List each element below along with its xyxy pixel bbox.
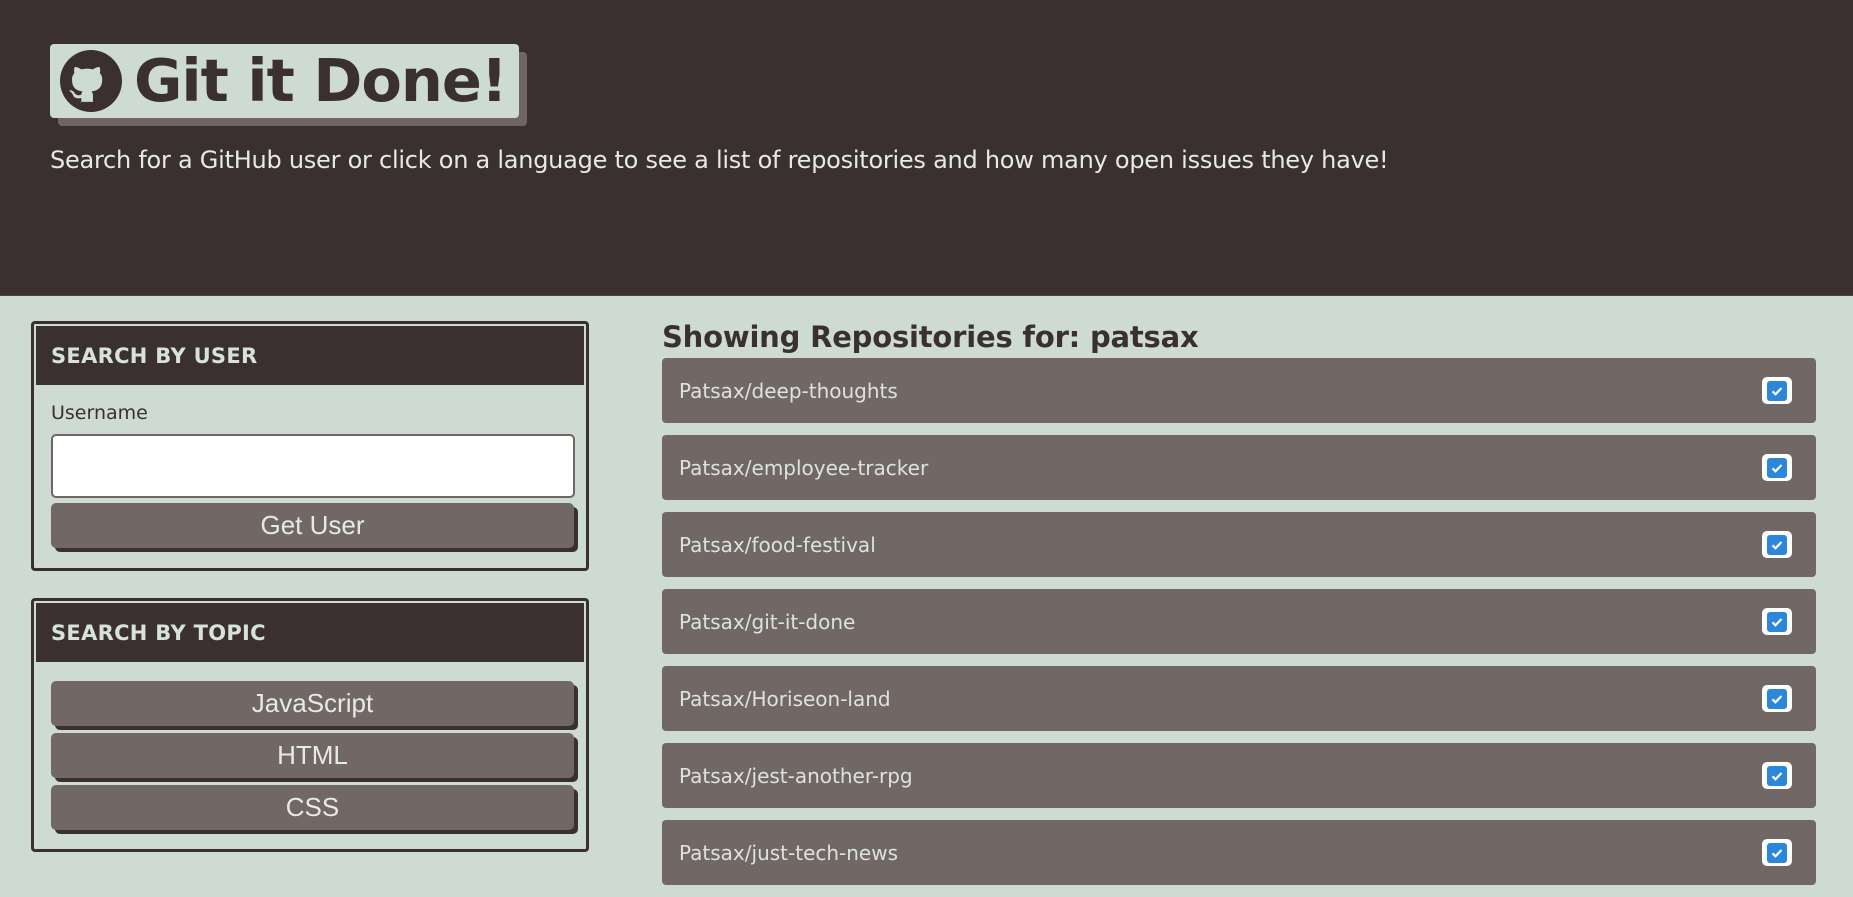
topic-button-css[interactable]: CSS — [51, 785, 574, 830]
repo-name: Patsax/git-it-done — [679, 609, 856, 634]
username-label: Username — [51, 402, 148, 424]
github-icon — [60, 50, 122, 112]
page-subtitle: Search for a GitHub user or click on a l… — [50, 146, 1389, 174]
site-title: Git it Done! — [134, 46, 508, 115]
checkmark-icon — [1762, 685, 1792, 712]
repo-name: Patsax/deep-thoughts — [679, 378, 898, 403]
repo-item[interactable]: Patsax/jest-another-rpg — [662, 743, 1816, 808]
topic-button-html[interactable]: HTML — [51, 733, 574, 778]
repo-item[interactable]: Patsax/deep-thoughts — [662, 358, 1816, 423]
checkmark-icon — [1762, 762, 1792, 789]
topic-button-list: JavaScript HTML CSS — [34, 681, 586, 830]
repo-item[interactable]: Patsax/food-festival — [662, 512, 1816, 577]
repo-name: Patsax/food-festival — [679, 532, 876, 557]
repo-item[interactable]: Patsax/employee-tracker — [662, 435, 1816, 500]
page-header: Git it Done! Search for a GitHub user or… — [0, 0, 1853, 296]
checkmark-icon — [1762, 608, 1792, 635]
topic-button-javascript[interactable]: JavaScript — [51, 681, 574, 726]
repo-name: Patsax/Horiseon-land — [679, 686, 891, 711]
user-search-card: SEARCH BY USER Username Get User — [31, 321, 589, 571]
username-input[interactable] — [51, 434, 575, 498]
repo-name: Patsax/just-tech-news — [679, 840, 899, 865]
repo-name: Patsax/employee-tracker — [679, 455, 929, 480]
repo-item[interactable]: Patsax/Horiseon-land — [662, 666, 1816, 731]
topic-search-card: SEARCH BY TOPIC JavaScript HTML CSS — [31, 598, 589, 852]
repo-list: Patsax/deep-thoughts Patsax/employee-tra… — [662, 358, 1816, 897]
checkmark-icon — [1762, 454, 1792, 481]
site-logo: Git it Done! — [50, 44, 519, 118]
checkmark-icon — [1762, 377, 1792, 404]
repo-name: Patsax/jest-another-rpg — [679, 763, 913, 788]
get-user-button[interactable]: Get User — [51, 503, 574, 548]
checkmark-icon — [1762, 531, 1792, 558]
repo-item[interactable]: Patsax/git-it-done — [662, 589, 1816, 654]
topic-search-heading: SEARCH BY TOPIC — [36, 603, 584, 662]
repos-title: Showing Repositories for: patsax — [662, 320, 1199, 354]
checkmark-icon — [1762, 839, 1792, 866]
user-search-heading: SEARCH BY USER — [36, 326, 584, 385]
repo-item[interactable]: Patsax/just-tech-news — [662, 820, 1816, 885]
